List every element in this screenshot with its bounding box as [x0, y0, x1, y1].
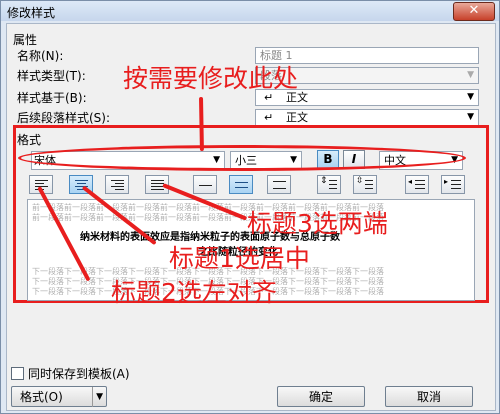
next-style-label: 后续段落样式(S): [17, 111, 111, 125]
title-bar: 修改样式 ✕ [1, 1, 499, 21]
add-to-template-checkbox[interactable] [11, 367, 24, 380]
annotation-title3: 标题3选两端 [247, 209, 388, 238]
next-style-value: 正文 [286, 111, 308, 124]
space-before-increase-button[interactable]: ⇕ [317, 175, 341, 194]
ok-button[interactable]: 确定 [277, 386, 365, 407]
annotation-title1: 标题1选居中 [169, 244, 310, 273]
one-half-spacing-button[interactable] [229, 175, 253, 194]
double-spacing-button[interactable] [267, 175, 291, 194]
style-based-label: 样式基于(B): [17, 91, 87, 105]
window-title: 修改样式 [7, 6, 56, 20]
annotation-title2: 标题2选左对齐 [111, 278, 277, 307]
decrease-indent-button[interactable]: ◂ [405, 175, 429, 194]
single-spacing-button[interactable] [193, 175, 217, 194]
paragraph-return-icon: ↵ [264, 111, 274, 124]
modify-style-dialog: 修改样式 ✕ 属性 名称(N): 标题 1 样式类型(T): 段落 ▼ 样式基于… [0, 0, 500, 414]
close-button[interactable]: ✕ [453, 2, 495, 21]
chevron-down-icon: ▼ [92, 387, 103, 407]
annotation-modify-here: 按需要修改此处 [123, 64, 299, 93]
align-right-button[interactable] [105, 175, 129, 194]
increase-indent-button[interactable]: ▸ [441, 175, 465, 194]
format-button-label: 格式(O) [20, 390, 63, 404]
space-before-decrease-button[interactable]: ⇳ [353, 175, 377, 194]
next-style-select[interactable]: ↵ 正文 ▼ [255, 109, 479, 126]
chevron-down-icon: ▼ [467, 92, 474, 102]
name-label: 名称(N): [17, 49, 64, 63]
chevron-down-icon: ▼ [467, 112, 474, 122]
style-type-label: 样式类型(T): [17, 69, 86, 83]
format-section-label: 格式 [17, 133, 42, 147]
cancel-button[interactable]: 取消 [385, 386, 473, 407]
add-to-template-label: 同时保存到模板(A) [28, 367, 130, 381]
font-row-highlight [18, 145, 466, 171]
properties-section-label: 属性 [13, 33, 38, 47]
chevron-down-icon: ▼ [467, 70, 474, 80]
format-menu-button[interactable]: 格式(O) ▼ [11, 386, 107, 407]
